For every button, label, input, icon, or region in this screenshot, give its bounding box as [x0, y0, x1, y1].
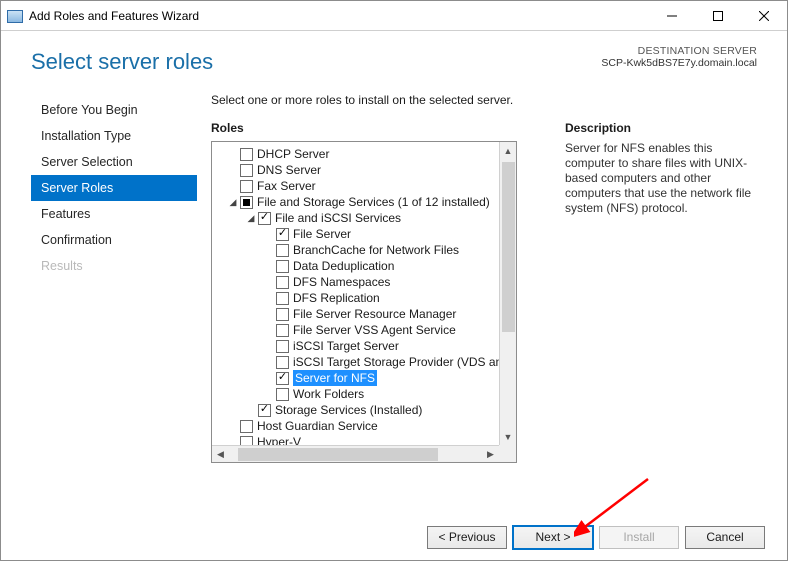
role-label[interactable]: Storage Services (Installed): [275, 402, 422, 418]
app-icon: [7, 8, 23, 24]
role-checkbox[interactable]: [258, 404, 271, 417]
destination-block: DESTINATION SERVER SCP-Kwk5dBS7E7y.domai…: [601, 45, 757, 69]
role-row[interactable]: Host Guardian Service: [218, 418, 516, 434]
scroll-down-icon[interactable]: ▼: [500, 428, 516, 445]
role-checkbox[interactable]: [240, 180, 253, 193]
role-checkbox[interactable]: [276, 276, 289, 289]
role-label[interactable]: File Server VSS Agent Service: [293, 322, 456, 338]
wizard-body: Before You Begin Installation Type Serve…: [1, 85, 787, 463]
center-pane: Select one or more roles to install on t…: [197, 85, 565, 463]
role-row[interactable]: DFS Replication: [218, 290, 516, 306]
role-checkbox[interactable]: [276, 260, 289, 273]
role-checkbox[interactable]: [276, 340, 289, 353]
maximize-button[interactable]: [695, 1, 741, 30]
role-row[interactable]: DFS Namespaces: [218, 274, 516, 290]
role-label[interactable]: Fax Server: [257, 178, 316, 194]
wizard-footer: < Previous Next > Install Cancel: [1, 514, 787, 560]
role-label[interactable]: Server for NFS: [293, 370, 377, 386]
window-titlebar: Add Roles and Features Wizard: [1, 1, 787, 31]
role-checkbox[interactable]: [240, 196, 253, 209]
role-label[interactable]: File and Storage Services (1 of 12 insta…: [257, 194, 490, 210]
role-checkbox[interactable]: [276, 388, 289, 401]
role-label[interactable]: DFS Namespaces: [293, 274, 390, 290]
role-label[interactable]: File and iSCSI Services: [275, 210, 401, 226]
description-pane: Description Server for NFS enables this …: [565, 85, 757, 463]
role-checkbox[interactable]: [240, 148, 253, 161]
role-row[interactable]: File Server VSS Agent Service: [218, 322, 516, 338]
vertical-scrollbar[interactable]: ▲ ▼: [499, 142, 516, 445]
previous-button[interactable]: < Previous: [427, 526, 507, 549]
role-checkbox[interactable]: [276, 292, 289, 305]
role-label[interactable]: Data Deduplication: [293, 258, 394, 274]
install-button: Install: [599, 526, 679, 549]
instruction-text: Select one or more roles to install on t…: [211, 93, 551, 121]
role-row[interactable]: Fax Server: [218, 178, 516, 194]
role-row[interactable]: ◢ File and iSCSI Services: [218, 210, 516, 226]
nav-results: Results: [31, 253, 197, 279]
next-button[interactable]: Next >: [513, 526, 593, 549]
horizontal-scrollbar[interactable]: ◀ ▶: [212, 445, 516, 462]
scroll-corner: [499, 445, 516, 462]
close-button[interactable]: [741, 1, 787, 30]
role-checkbox[interactable]: [276, 308, 289, 321]
window-controls: [649, 1, 787, 30]
role-row[interactable]: Work Folders: [218, 386, 516, 402]
scroll-up-icon[interactable]: ▲: [500, 142, 516, 159]
role-label[interactable]: DHCP Server: [257, 146, 329, 162]
role-checkbox[interactable]: [240, 164, 253, 177]
role-checkbox[interactable]: [276, 372, 289, 385]
nav-server-roles[interactable]: Server Roles: [31, 175, 197, 201]
description-text: Server for NFS enables this computer to …: [565, 141, 757, 216]
role-row[interactable]: Data Deduplication: [218, 258, 516, 274]
scroll-thumb-h[interactable]: [238, 448, 438, 461]
minimize-button[interactable]: [649, 1, 695, 30]
role-checkbox[interactable]: [276, 244, 289, 257]
role-checkbox[interactable]: [276, 228, 289, 241]
description-heading: Description: [565, 121, 757, 135]
wizard-header: Select server roles DESTINATION SERVER S…: [1, 31, 787, 85]
role-checkbox[interactable]: [276, 356, 289, 369]
role-label[interactable]: Work Folders: [293, 386, 364, 402]
scroll-thumb-v[interactable]: [502, 162, 515, 332]
nav-server-selection[interactable]: Server Selection: [31, 149, 197, 175]
nav-installation-type[interactable]: Installation Type: [31, 123, 197, 149]
role-label[interactable]: iSCSI Target Server: [293, 338, 399, 354]
role-checkbox[interactable]: [276, 324, 289, 337]
expander-icon[interactable]: ◢: [228, 197, 238, 207]
role-label[interactable]: Host Guardian Service: [257, 418, 378, 434]
role-row[interactable]: DHCP Server: [218, 146, 516, 162]
roles-tree[interactable]: DHCP ServerDNS ServerFax Server◢File and…: [211, 141, 517, 463]
role-row[interactable]: iSCSI Target Server: [218, 338, 516, 354]
wizard-nav: Before You Begin Installation Type Serve…: [31, 85, 197, 463]
role-label[interactable]: iSCSI Target Storage Provider (VDS and V…: [293, 354, 517, 370]
role-label[interactable]: DFS Replication: [293, 290, 380, 306]
role-checkbox[interactable]: [258, 212, 271, 225]
destination-label: DESTINATION SERVER: [601, 45, 757, 57]
role-checkbox[interactable]: [240, 420, 253, 433]
window-title: Add Roles and Features Wizard: [29, 9, 199, 23]
scroll-right-icon[interactable]: ▶: [482, 446, 499, 462]
cancel-button[interactable]: Cancel: [685, 526, 765, 549]
role-label[interactable]: BranchCache for Network Files: [293, 242, 459, 258]
destination-server: SCP-Kwk5dBS7E7y.domain.local: [601, 57, 757, 69]
role-row[interactable]: ◢ File and Storage Services (1 of 12 inst…: [218, 194, 516, 210]
role-label[interactable]: File Server: [293, 226, 351, 242]
role-row[interactable]: Storage Services (Installed): [218, 402, 516, 418]
nav-before-you-begin[interactable]: Before You Begin: [31, 97, 197, 123]
role-row[interactable]: File Server: [218, 226, 516, 242]
roles-heading: Roles: [211, 121, 551, 135]
role-label[interactable]: File Server Resource Manager: [293, 306, 456, 322]
role-row[interactable]: iSCSI Target Storage Provider (VDS and V…: [218, 354, 516, 370]
expander-icon[interactable]: ◢: [246, 213, 256, 223]
role-row[interactable]: File Server Resource Manager: [218, 306, 516, 322]
role-row[interactable]: BranchCache for Network Files: [218, 242, 516, 258]
role-label[interactable]: DNS Server: [257, 162, 321, 178]
nav-confirmation[interactable]: Confirmation: [31, 227, 197, 253]
role-row[interactable]: DNS Server: [218, 162, 516, 178]
scroll-left-icon[interactable]: ◀: [212, 446, 229, 462]
nav-features[interactable]: Features: [31, 201, 197, 227]
role-row[interactable]: Server for NFS: [218, 370, 516, 386]
